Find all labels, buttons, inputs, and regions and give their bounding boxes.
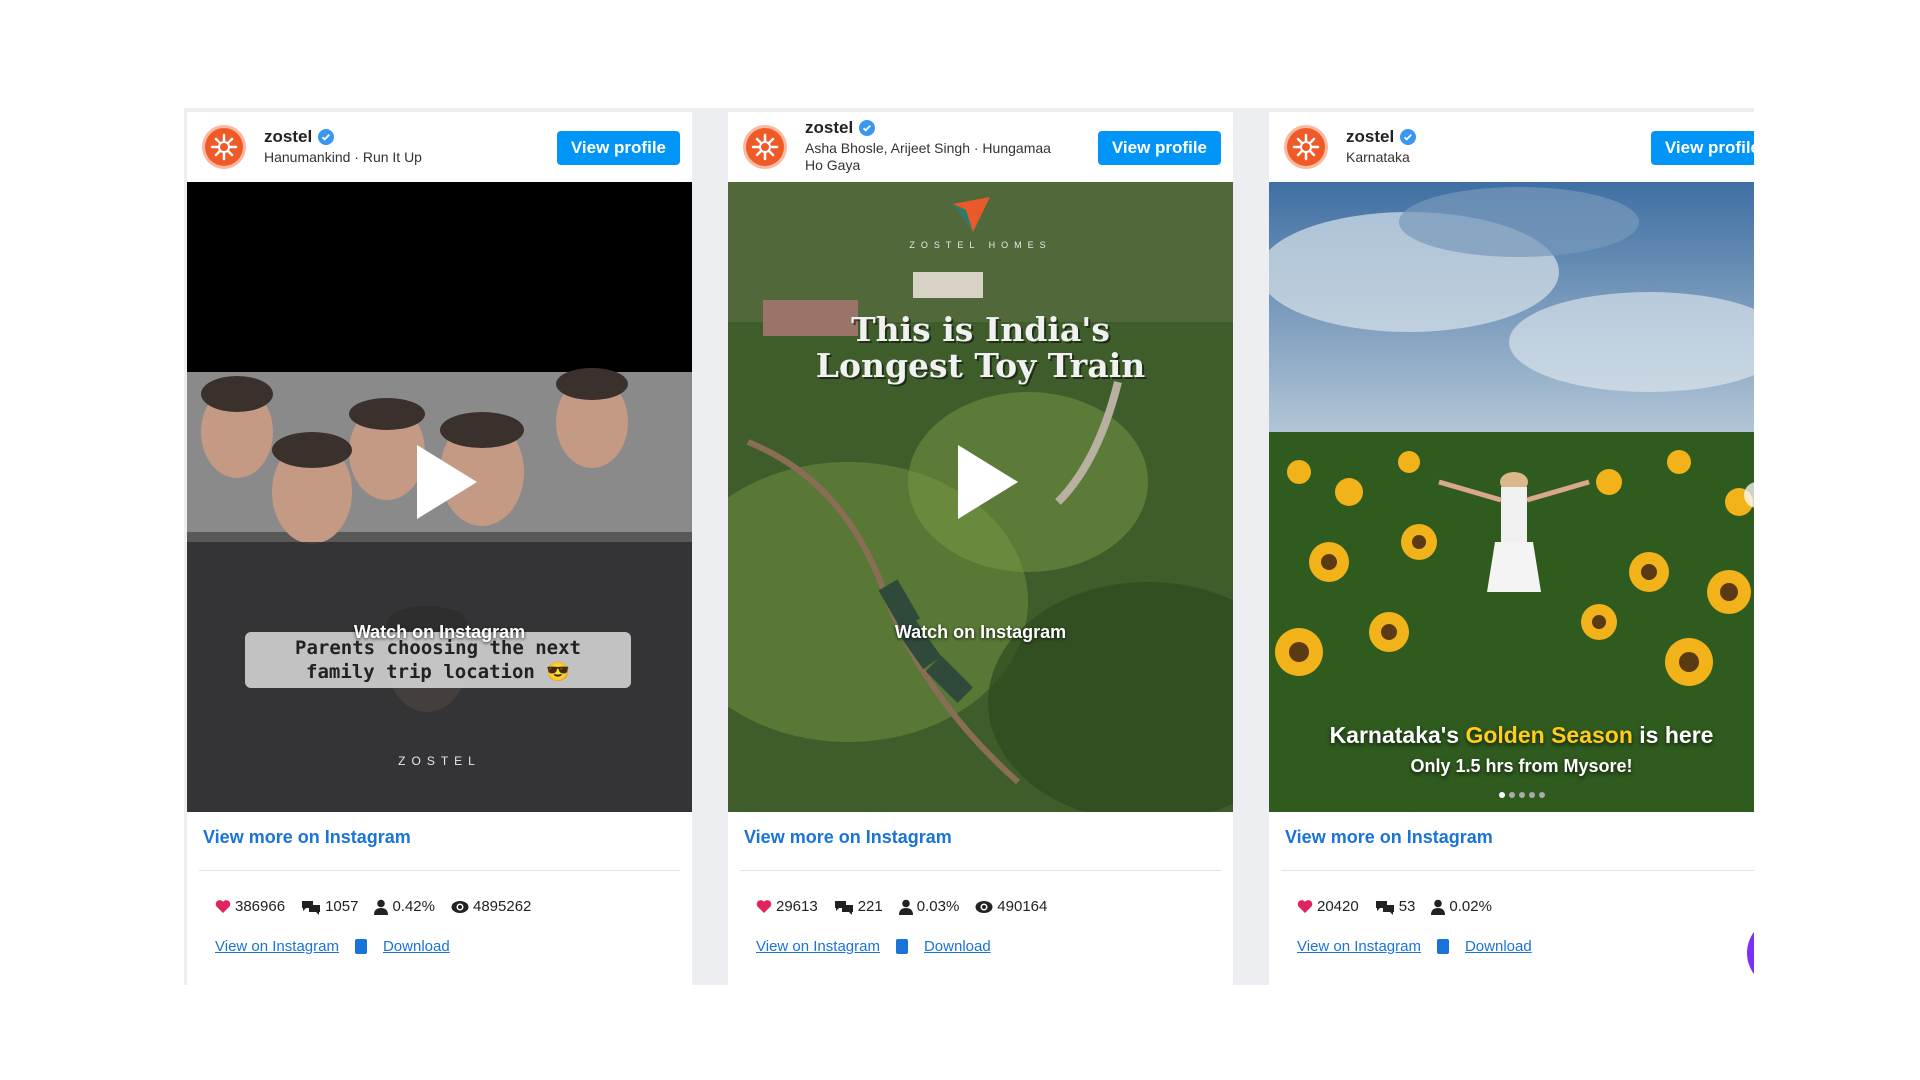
engagement-rate: 0.03% — [916, 898, 960, 915]
divider — [199, 870, 680, 871]
post-header: zostel Asha Bhosle, Arijeet Singh · Hung… — [728, 112, 1233, 182]
account-name[interactable]: zostel — [1346, 127, 1394, 147]
overlay-line-1: This is India's — [851, 310, 1110, 349]
instagram-feed-strip: zostel Hanumankind · Run It Up View prof… — [184, 108, 1754, 985]
watch-on-instagram-label[interactable]: Watch on Instagram — [187, 622, 692, 643]
verified-icon — [1400, 129, 1417, 145]
carousel-subtitle: Only 1.5 hrs from Mysore! — [1410, 756, 1633, 776]
view-on-instagram-link[interactable]: View on Instagram — [215, 938, 339, 955]
post-card-2: zostel Asha Bhosle, Arijeet Singh · Hung… — [728, 112, 1233, 985]
verified-icon — [318, 129, 335, 145]
audio-subtitle[interactable]: Asha Bhosle, Arijeet Singh · Hungamaa Ho… — [805, 140, 1085, 174]
comments-icon — [1375, 900, 1394, 915]
overlay-line-2: Longest Toy Train — [815, 346, 1146, 385]
comments-icon — [302, 900, 321, 915]
likes-count: 20420 — [1317, 898, 1359, 915]
clipboard-icon — [1436, 939, 1449, 954]
likes-count: 386966 — [235, 898, 286, 915]
divider — [1281, 870, 1754, 871]
divider — [740, 870, 1221, 871]
stats-panel: 20420 53 0.02% View on Instagram Downloa… — [1269, 880, 1754, 985]
user-icon — [1431, 899, 1446, 915]
stats-panel: 29613 221 0.03% 490164 View on Instagram… — [728, 880, 1233, 985]
play-icon[interactable] — [936, 437, 1026, 527]
title-gold: Golden Season — [1465, 722, 1633, 748]
caption-line-2: family trip location 😎 — [306, 661, 570, 683]
audio-subtitle-line-1: Asha Bhosle, Arijeet Singh · Hungamaa — [805, 140, 1051, 156]
zostel-logo-icon[interactable] — [1283, 124, 1329, 170]
account-name[interactable]: zostel — [264, 127, 312, 147]
title-post: is here — [1632, 722, 1714, 748]
view-profile-button[interactable]: View profile — [1097, 131, 1221, 165]
view-profile-button[interactable]: View profile — [556, 131, 680, 165]
heart-icon — [215, 900, 231, 913]
zostel-logo-icon[interactable] — [201, 124, 247, 170]
view-on-instagram-link[interactable]: View on Instagram — [1297, 938, 1421, 955]
verified-icon — [859, 120, 876, 136]
views-count: 490164 — [997, 898, 1048, 915]
sunflower-field-photo — [1269, 182, 1754, 812]
clipboard-icon — [895, 939, 908, 954]
post-card-3: zostel Karnataka View profile Karnataka'… — [1269, 112, 1754, 985]
engagement-rate: 0.42% — [392, 898, 435, 915]
play-icon[interactable] — [395, 437, 485, 527]
comments-icon — [834, 900, 853, 915]
zostel-homes-watermark: ZOSTEL HOMES — [909, 240, 1052, 250]
download-link[interactable]: Download — [924, 938, 991, 955]
view-more-link[interactable]: View more on Instagram — [744, 827, 952, 848]
carousel-dots[interactable] — [1269, 785, 1754, 803]
post-header: zostel Karnataka View profile — [1269, 112, 1754, 182]
post-card-1: zostel Hanumankind · Run It Up View prof… — [187, 112, 692, 985]
video-overlay-title: This is India's Longest Toy Train — [728, 312, 1233, 384]
view-more-link[interactable]: View more on Instagram — [203, 827, 411, 848]
carousel-image[interactable]: Karnataka's Golden Season is here Only 1… — [1269, 182, 1754, 812]
zostel-logo-icon[interactable] — [742, 124, 788, 170]
heart-icon — [756, 900, 772, 913]
video-thumbnail[interactable]: ZOSTEL HOMES This is India's Longest Toy… — [728, 182, 1233, 812]
view-profile-button[interactable]: View profile — [1650, 131, 1754, 165]
zostel-watermark: ZOSTEL — [398, 754, 481, 768]
engagement-rate: 0.02% — [1449, 898, 1492, 915]
comments-count: 221 — [857, 898, 883, 915]
carousel-title: Karnataka's Golden Season is here — [1269, 722, 1754, 749]
comments-count: 53 — [1398, 898, 1416, 915]
stats-panel: 386966 1057 0.42% 4895262 View on Instag… — [187, 880, 692, 985]
eye-icon — [975, 900, 993, 913]
location-subtitle[interactable]: Karnataka — [1346, 149, 1626, 166]
views-count: 4895262 — [472, 898, 532, 915]
comments-count: 1057 — [325, 898, 359, 915]
eye-icon — [451, 900, 469, 913]
user-icon — [898, 899, 913, 915]
audio-subtitle-line-2: Ho Gaya — [805, 157, 861, 173]
heart-icon — [1297, 900, 1313, 913]
clipboard-icon — [354, 939, 367, 954]
account-name[interactable]: zostel — [805, 118, 853, 138]
post-header: zostel Hanumankind · Run It Up View prof… — [187, 112, 692, 182]
download-link[interactable]: Download — [383, 938, 450, 955]
download-link[interactable]: Download — [1465, 938, 1532, 955]
view-more-link[interactable]: View more on Instagram — [1285, 827, 1493, 848]
user-icon — [374, 899, 389, 915]
likes-count: 29613 — [776, 898, 818, 915]
video-thumbnail[interactable]: Parents choosing the next family trip lo… — [187, 182, 692, 812]
audio-subtitle[interactable]: Hanumankind · Run It Up — [264, 149, 544, 166]
title-pre: Karnataka's — [1329, 722, 1466, 748]
watch-on-instagram-label[interactable]: Watch on Instagram — [728, 622, 1233, 643]
view-on-instagram-link[interactable]: View on Instagram — [756, 938, 880, 955]
